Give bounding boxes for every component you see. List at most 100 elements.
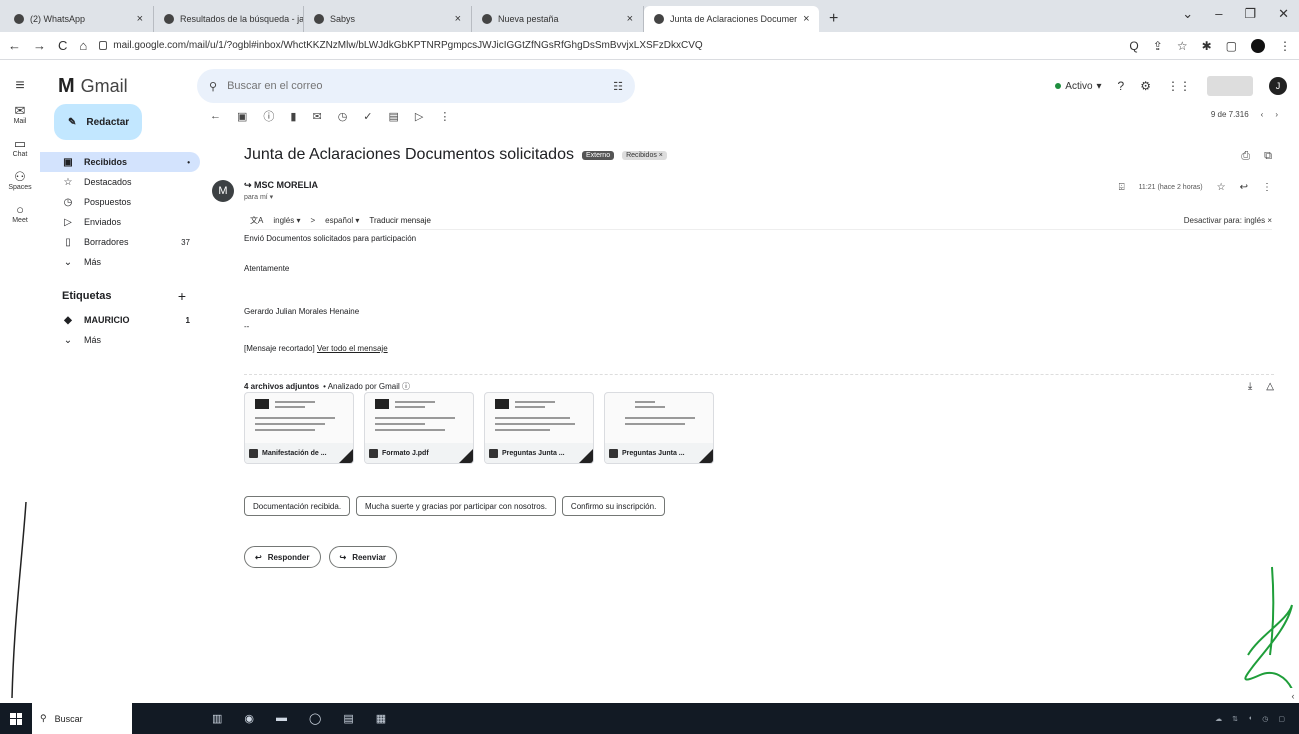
source-language-select[interactable]: inglés ▾ bbox=[273, 216, 300, 225]
translate-message-link[interactable]: Traducir mensaje bbox=[369, 216, 431, 225]
report-spam-icon[interactable]: ⓘ bbox=[263, 108, 274, 124]
snooze-icon[interactable]: ◷ bbox=[338, 110, 348, 123]
task-view-icon[interactable]: ▥ bbox=[212, 712, 222, 725]
nav-item-snoozed[interactable]: ◷ Pospuestos bbox=[40, 192, 200, 212]
gmail-logo[interactable]: M Gmail bbox=[40, 75, 190, 98]
smart-reply-button[interactable]: Confirmo su inscripción. bbox=[561, 496, 666, 516]
sender-avatar[interactable]: M bbox=[212, 180, 234, 202]
store-icon[interactable]: ▤ bbox=[343, 712, 353, 725]
notifications-icon[interactable]: ▢ bbox=[1278, 715, 1285, 723]
nav-item-inbox[interactable]: ▣ Recibidos • bbox=[40, 152, 200, 172]
nav-item-drafts[interactable]: ▯ Borradores 37 bbox=[40, 232, 200, 252]
side-panel-icon[interactable]: ▢ bbox=[1226, 39, 1237, 53]
file-explorer-icon[interactable]: ▬ bbox=[276, 712, 287, 725]
settings-gear-icon[interactable]: ⚙ bbox=[1140, 79, 1151, 93]
zoom-icon[interactable]: Q bbox=[1129, 39, 1138, 53]
search-options-icon[interactable]: ☷ bbox=[613, 80, 623, 93]
browser-taskbar-icon[interactable]: ◯ bbox=[309, 712, 321, 725]
url-field[interactable]: mail.google.com/mail/u/1/?ogbl#inbox/Whc… bbox=[99, 36, 1117, 56]
restore-icon[interactable]: ❐ bbox=[1244, 6, 1256, 22]
account-avatar[interactable]: J bbox=[1269, 77, 1287, 95]
tab-active-email[interactable]: Junta de Aclaraciones Documer × bbox=[644, 6, 819, 32]
nav-item-more[interactable]: ⌄ Más bbox=[40, 252, 200, 272]
weather-icon[interactable]: ☁ bbox=[1215, 715, 1222, 723]
star-icon[interactable]: ☆ bbox=[1217, 182, 1226, 193]
rail-chat[interactable]: ▭ Chat bbox=[0, 137, 40, 159]
help-icon[interactable]: ? bbox=[1118, 79, 1125, 93]
reload-icon[interactable]: C bbox=[58, 38, 67, 53]
rail-meet[interactable]: ○ Meet bbox=[0, 203, 40, 225]
nav-item-starred[interactable]: ☆ Destacados bbox=[40, 172, 200, 192]
start-button[interactable] bbox=[0, 712, 32, 725]
open-new-window-icon[interactable]: ⧉ bbox=[1264, 150, 1272, 163]
back-icon[interactable]: ← bbox=[8, 38, 21, 53]
nav-item-label-mauricio[interactable]: ◆ MAURICIO 1 bbox=[40, 310, 200, 330]
forward-icon[interactable]: → bbox=[33, 38, 46, 53]
disable-translation-link[interactable]: Desactivar para: inglés × bbox=[1184, 216, 1272, 225]
tab-sabys[interactable]: Sabys × bbox=[304, 6, 472, 32]
browser-menu-icon[interactable]: ⋮ bbox=[1279, 39, 1291, 53]
organization-logo[interactable] bbox=[1207, 76, 1253, 96]
add-label-icon[interactable]: + bbox=[178, 288, 186, 304]
minimize-icon[interactable]: – bbox=[1215, 6, 1222, 22]
chevron-left-icon[interactable]: ‹ bbox=[1287, 688, 1299, 704]
delete-icon[interactable]: ▮ bbox=[290, 110, 296, 123]
more-vert-icon[interactable]: ⋮ bbox=[1262, 182, 1272, 193]
bookmark-star-icon[interactable]: ☆ bbox=[1177, 39, 1188, 53]
smart-reply-button[interactable]: Mucha suerte y gracias por participar co… bbox=[356, 496, 556, 516]
sender-name[interactable]: ↪ MSC MORELIA bbox=[244, 180, 318, 191]
reply-button[interactable]: ↩ Responder bbox=[244, 546, 321, 568]
search-icon[interactable]: ⚲ bbox=[209, 80, 217, 93]
tab-new-tab[interactable]: Nueva pestaña × bbox=[472, 6, 644, 32]
more-vert-icon[interactable]: ⋮ bbox=[439, 110, 450, 123]
rail-spaces[interactable]: ⚇ Spaces bbox=[0, 170, 40, 192]
excel-icon[interactable]: ▦ bbox=[376, 712, 386, 725]
status-selector[interactable]: Activo ▾ bbox=[1055, 81, 1102, 92]
label-icon[interactable]: ▷ bbox=[415, 110, 423, 123]
print-icon[interactable]: ⎙ bbox=[1241, 150, 1250, 163]
chevron-right-icon[interactable]: › bbox=[1275, 110, 1278, 119]
smart-reply-button[interactable]: Documentación recibida. bbox=[244, 496, 351, 516]
profile-avatar[interactable] bbox=[1251, 38, 1265, 53]
clock-icon[interactable]: ◷ bbox=[1262, 715, 1268, 723]
network-icon[interactable]: ⇅ bbox=[1232, 715, 1238, 723]
add-task-icon[interactable]: ✓ bbox=[363, 110, 372, 123]
chevron-left-icon[interactable]: ‹ bbox=[1261, 110, 1264, 119]
attachment-card[interactable]: Preguntas Junta ... bbox=[484, 392, 594, 464]
move-to-icon[interactable]: ▤ bbox=[389, 110, 399, 123]
nav-item-labels-more[interactable]: ⌄ Más bbox=[40, 330, 200, 350]
apps-grid-icon[interactable]: ⋮⋮ bbox=[1167, 79, 1191, 93]
forward-button[interactable]: ↪ Reenviar bbox=[328, 546, 397, 568]
attachment-card[interactable]: Preguntas Junta ... bbox=[604, 392, 714, 464]
close-window-icon[interactable]: ✕ bbox=[1278, 6, 1289, 22]
close-icon[interactable]: × bbox=[455, 13, 461, 25]
search-input[interactable] bbox=[227, 80, 604, 92]
tab-search-results[interactable]: Resultados de la búsqueda - jai × bbox=[154, 6, 304, 32]
tab-whatsapp[interactable]: (2) WhatsApp × bbox=[4, 6, 154, 32]
compose-button[interactable]: ✎ Redactar bbox=[54, 104, 142, 140]
close-icon[interactable]: × bbox=[627, 13, 633, 25]
mark-unread-icon[interactable]: ✉ bbox=[312, 110, 321, 123]
chrome-taskbar-icon[interactable]: ◉ bbox=[244, 712, 254, 725]
new-tab-button[interactable]: + bbox=[819, 6, 848, 32]
close-icon[interactable]: × bbox=[137, 13, 143, 25]
nav-item-sent[interactable]: ▷ Enviados bbox=[40, 212, 200, 232]
add-to-drive-icon[interactable]: △ bbox=[1266, 381, 1274, 392]
archive-icon[interactable]: ▣ bbox=[237, 110, 247, 123]
share-icon[interactable]: ⇪ bbox=[1153, 39, 1163, 53]
tab-search-icon[interactable]: ⌄ bbox=[1182, 6, 1193, 22]
view-full-message-link[interactable]: Ver todo el mensaje bbox=[317, 344, 388, 353]
back-to-inbox-icon[interactable]: ← bbox=[210, 110, 221, 122]
inbox-label-chip[interactable]: Recibidos × bbox=[622, 150, 667, 160]
attachment-card[interactable]: Manifestación de ... bbox=[244, 392, 354, 464]
close-icon[interactable]: × bbox=[803, 13, 809, 25]
rail-mail[interactable]: ✉ Mail bbox=[0, 104, 40, 126]
target-language-select[interactable]: español ▾ bbox=[325, 216, 359, 225]
main-menu-icon[interactable]: ≡ bbox=[0, 77, 40, 95]
reply-icon[interactable]: ↩ bbox=[1240, 182, 1248, 193]
taskbar-search[interactable]: ⚲ Buscar bbox=[32, 703, 132, 734]
attachment-card[interactable]: Formato J.pdf bbox=[364, 392, 474, 464]
volume-icon[interactable]: ◖ bbox=[1248, 715, 1252, 722]
extensions-icon[interactable]: ✱ bbox=[1202, 39, 1212, 53]
home-icon[interactable]: ⌂ bbox=[79, 38, 87, 53]
